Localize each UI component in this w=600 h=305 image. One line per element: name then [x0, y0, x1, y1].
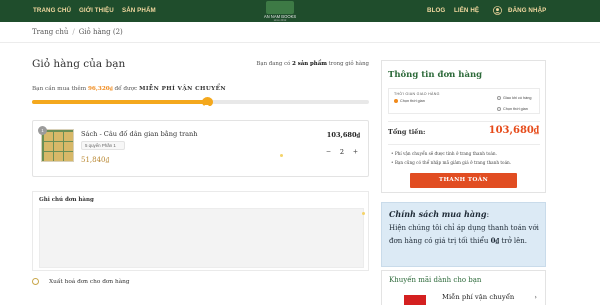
policy-text-end: trở lên. — [501, 236, 528, 245]
option-label: Chọn thời gian — [400, 99, 425, 103]
ship-amount: 96,320₫ — [87, 86, 113, 92]
page-title: Giỏ hàng của bạn — [32, 58, 126, 70]
note-discount-code-text: Bạn cũng có thể nhập mã giảm giá ở trang… — [394, 160, 512, 165]
nav-login[interactable]: ĐĂNG NHẬP — [508, 7, 546, 14]
quantity-stepper: − 2 + — [324, 146, 360, 158]
purchase-policy: Chính sách mua hàng: Hiện chúng tôi chỉ … — [381, 202, 546, 267]
nav-products[interactable]: SẢN PHẨM — [122, 7, 156, 14]
order-note-textarea[interactable] — [39, 208, 365, 268]
invoice-option[interactable]: Xuất hoá đơn cho đơn hàng — [32, 278, 130, 285]
promo-free-shipping[interactable]: Miễn phí vận chuyển › — [389, 289, 541, 305]
breadcrumb-home[interactable]: Trang chủ — [32, 28, 68, 36]
order-summary-title: Thông tin đơn hàng — [388, 70, 483, 80]
policy-text: Hiện chúng tôi chỉ áp dụng thanh toán vớ… — [389, 223, 541, 247]
note-shipping-fee-text: Phí vận chuyển sẽ được tính ở trang than… — [394, 151, 497, 156]
breadcrumb-separator: / — [72, 28, 75, 36]
breadcrumb: Trang chủ / Giỏ hàng (2) — [32, 28, 123, 36]
decorative-dot — [362, 212, 365, 215]
nav-home[interactable]: TRANG CHỦ — [33, 7, 71, 14]
radio-icon[interactable] — [497, 107, 501, 111]
option-label: Chọn thời gian — [503, 107, 528, 111]
cart-count-text: Bạn đang có 2 sản phẩm trong giỏ hàng — [256, 61, 369, 67]
divider — [388, 144, 540, 145]
ship-middle: để được — [114, 86, 138, 92]
policy-title-text: Chính sách mua hàng — [389, 209, 487, 219]
order-note-label: Ghi chú đơn hàng — [39, 197, 94, 203]
cart-count-prefix: Bạn đang có — [256, 61, 291, 67]
cart-count-bold: 2 sản phẩm — [292, 61, 327, 67]
divider — [388, 121, 540, 122]
qty-decrease-button[interactable]: − — [324, 146, 333, 158]
total-value: 103,680₫ — [488, 125, 539, 136]
qty-increase-button[interactable]: + — [351, 146, 360, 158]
note-discount-code: • Bạn cũng có thể nhập mã giảm giá ở tra… — [391, 160, 512, 165]
logo-mark — [266, 1, 294, 14]
product-thumbnail[interactable]: 1 — [38, 126, 74, 162]
invoice-label: Xuất hoá đơn cho đơn hàng — [49, 279, 130, 285]
option-choose-time-2[interactable]: Chọn thời gian — [497, 107, 528, 111]
radio-icon[interactable] — [394, 99, 398, 103]
chevron-right-icon[interactable]: › — [534, 293, 537, 301]
divider — [0, 42, 600, 43]
policy-title: Chính sách mua hàng: — [389, 209, 489, 219]
breadcrumb-current: Giỏ hàng (2) — [78, 28, 123, 36]
variant-select[interactable]: 5 quyển Phần 1 — [81, 141, 125, 150]
truck-icon-glyph — [204, 105, 211, 110]
shipping-progress-fill — [32, 100, 208, 104]
nav-contact[interactable]: LIÊN HỆ — [454, 7, 479, 14]
promotions-title: Khuyến mãi dành cho bạn — [389, 276, 482, 284]
free-shipping-note: Bạn cần mua thêm 96,320₫ để được MIỄN PH… — [32, 86, 226, 92]
truck-icon — [202, 97, 214, 110]
remove-item-badge[interactable]: 1 — [38, 126, 47, 135]
policy-min-value: 0₫ — [490, 235, 500, 245]
product-name[interactable]: Sách - Câu đố dân gian bằng tranh — [81, 130, 198, 138]
option-choose-time[interactable]: Chọn thời gian — [394, 99, 425, 103]
decorative-dot — [280, 154, 283, 157]
cart-count-suffix: trong giỏ hàng — [328, 61, 369, 67]
nav-blog[interactable]: BLOG — [427, 7, 445, 14]
promotions-section: Khuyến mãi dành cho bạn Miễn phí vận chu… — [381, 270, 546, 305]
order-note-section: Ghi chú đơn hàng — [32, 191, 369, 271]
product-unit-price: 51,840₫ — [81, 156, 110, 164]
delivery-time-label: THỜI GIAN GIAO HÀNG — [394, 92, 440, 96]
note-shipping-fee: • Phí vận chuyển sẽ được tính ở trang th… — [391, 151, 497, 156]
delivery-time-box: THỜI GIAN GIAO HÀNG Giao khi có hàng Chọ… — [388, 88, 540, 114]
checkout-button[interactable]: THANH TOÁN — [410, 173, 517, 188]
line-total: 103,680₫ — [326, 131, 360, 139]
nav-about[interactable]: GIỚI THIỆU — [79, 7, 114, 14]
promo-ticket-icon — [404, 295, 426, 305]
invoice-checkbox[interactable] — [32, 278, 39, 285]
order-summary: Thông tin đơn hàng THỜI GIAN GIAO HÀNG G… — [381, 60, 546, 193]
policy-title-suffix: : — [486, 210, 490, 219]
logo-subtext: since 2012 — [273, 18, 287, 22]
ship-prefix: Bạn cần mua thêm — [32, 86, 87, 92]
shipping-progress-bar — [32, 100, 369, 104]
option-label: Giao khi có hàng — [503, 96, 532, 100]
ship-free-label: MIỄN PHÍ VẬN CHUYỂN — [139, 86, 226, 92]
total-label: Tổng tiền: — [388, 128, 426, 136]
site-logo[interactable]: AN NAM BOOKS since 2012 — [262, 0, 298, 22]
qty-value[interactable]: 2 — [337, 146, 347, 158]
option-deliver-when-available[interactable]: Giao khi có hàng — [497, 96, 532, 100]
radio-icon[interactable] — [497, 96, 501, 100]
user-icon[interactable] — [493, 6, 502, 15]
cart-item: 1 Sách - Câu đố dân gian bằng tranh 5 qu… — [32, 120, 369, 177]
promo-label: Miễn phí vận chuyển — [442, 293, 515, 301]
top-navbar: TRANG CHỦ GIỚI THIỆU SẢN PHẨM AN NAM BOO… — [0, 0, 600, 22]
